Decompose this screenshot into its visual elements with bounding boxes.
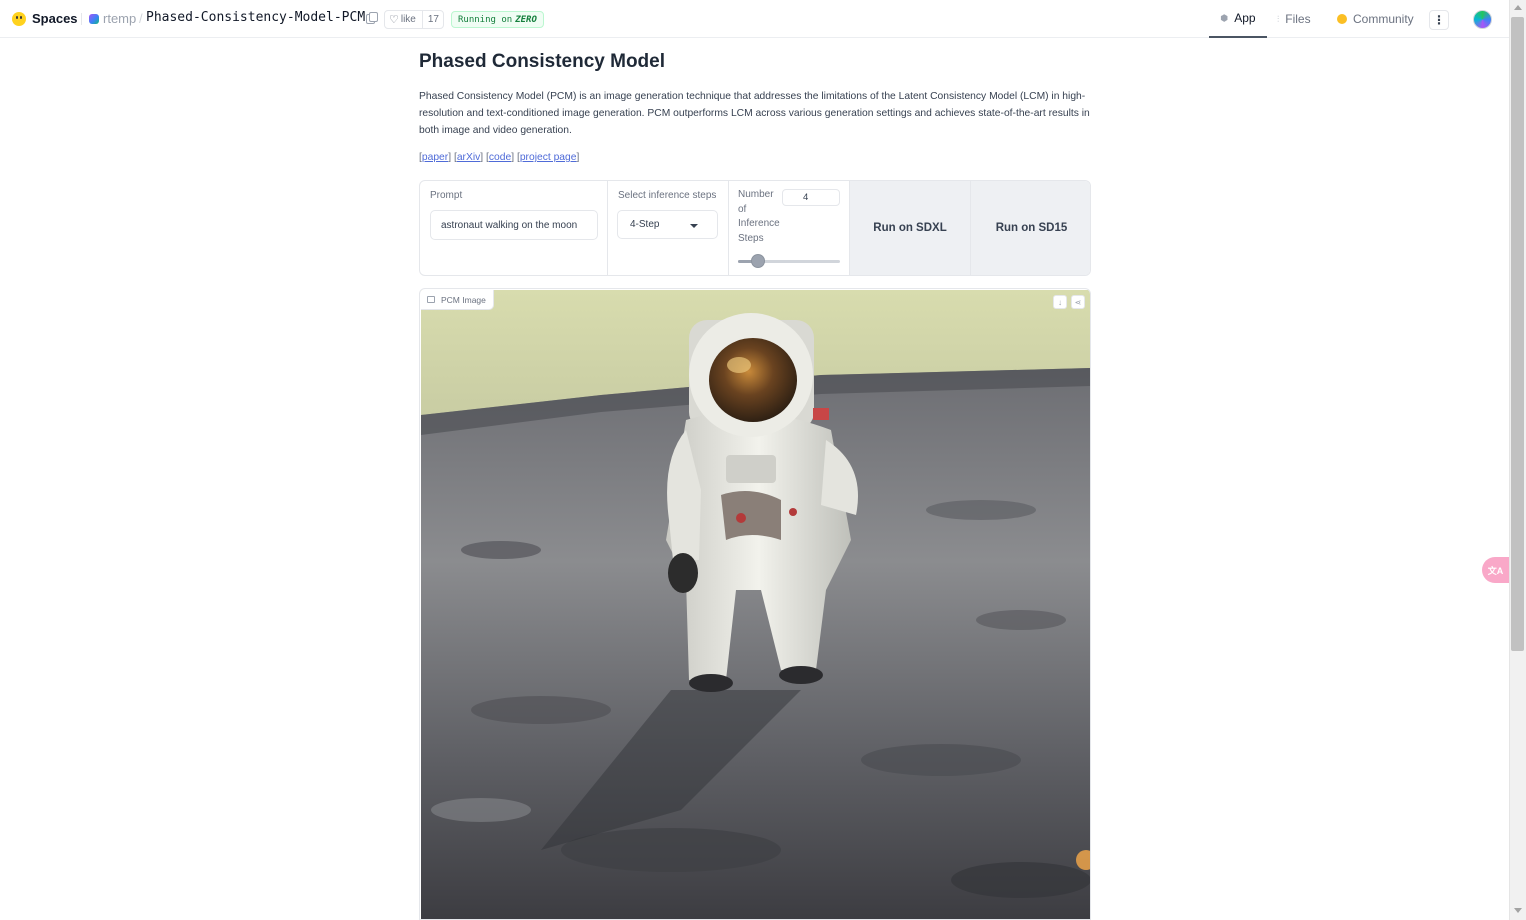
community-icon <box>1337 14 1347 24</box>
paper-link[interactable]: paper <box>422 152 448 163</box>
steps-select-label: Select inference steps <box>618 190 717 201</box>
download-icon[interactable]: ↓ <box>1053 295 1067 309</box>
status-prefix: Running on <box>458 14 513 25</box>
controls-panel: Prompt Select inference steps 4-Step Num… <box>419 180 1091 276</box>
chevron-down-icon <box>690 224 698 228</box>
like-count[interactable]: 17 <box>421 11 443 28</box>
copy-icon[interactable] <box>366 12 378 24</box>
top-navbar: Spaces rtemp / Phased-Consistency-Model-… <box>0 0 1509 38</box>
like-label: like <box>400 14 416 25</box>
description-text: Phased Consistency Model (PCM) is an ima… <box>419 91 1090 136</box>
app-cube-icon: ⬢ <box>1220 12 1229 23</box>
tab-app[interactable]: ⬢ App <box>1209 0 1267 38</box>
path-separator: / <box>139 11 143 26</box>
hugging-face-logo-icon[interactable] <box>12 12 26 26</box>
project-page-link[interactable]: project page <box>520 152 577 163</box>
tab-community-label: Community <box>1353 12 1414 26</box>
share-icon[interactable]: ⋖ <box>1071 295 1085 309</box>
generated-astronaut-image <box>421 290 1090 919</box>
image-label-tag: PCM Image <box>421 290 494 310</box>
output-image-panel: PCM Image ↓ ⋖ <box>419 288 1091 920</box>
prompt-block: Prompt <box>420 181 608 275</box>
image-icon <box>427 296 435 303</box>
heart-icon: ♡ <box>388 14 399 26</box>
spaces-link[interactable]: Spaces <box>32 11 78 26</box>
inference-steps-dropdown[interactable]: 4-Step <box>617 210 718 239</box>
tab-files-label: Files <box>1285 12 1311 26</box>
more-options-button[interactable]: ⋮ <box>1429 10 1449 30</box>
run-sdxl-button[interactable]: Run on SDXL <box>850 181 971 275</box>
scrollbar-thumb[interactable] <box>1511 17 1524 651</box>
user-avatar[interactable] <box>1473 10 1492 29</box>
status-badge[interactable]: Running on ZERO <box>451 11 544 28</box>
steps-slider-block: Number of Inference Steps 4 <box>729 181 850 275</box>
translate-icon[interactable]: 文A <box>1482 557 1509 583</box>
reference-links: [paper] [arXiv] [code] [project page] <box>419 152 580 163</box>
code-link[interactable]: code <box>489 152 511 163</box>
arxiv-link[interactable]: arXiv <box>457 152 480 163</box>
status-hardware: ZERO <box>515 14 537 25</box>
steps-select-block: Select inference steps 4-Step <box>608 181 729 275</box>
run-sd15-button[interactable]: Run on SD15 <box>971 181 1090 275</box>
dropdown-value: 4-Step <box>630 219 660 230</box>
slider-label: Number of Inference Steps <box>738 189 780 244</box>
scroll-down-arrow-icon[interactable] <box>1514 908 1522 913</box>
scroll-up-arrow-icon[interactable] <box>1514 5 1522 10</box>
steps-slider-thumb[interactable] <box>751 254 766 268</box>
tab-files[interactable]: ⫶ Files <box>1277 0 1311 38</box>
owner-avatar[interactable] <box>89 14 99 24</box>
owner-link[interactable]: rtemp <box>103 11 136 26</box>
page-title: Phased Consistency Model <box>419 51 666 72</box>
like-button[interactable]: ♡ like 17 <box>384 10 444 29</box>
tab-community[interactable]: Community <box>1337 0 1414 38</box>
prompt-input[interactable] <box>430 210 598 240</box>
repo-name-link[interactable]: Phased-Consistency-Model-PCM <box>146 10 365 25</box>
image-label: PCM Image <box>441 294 486 305</box>
prompt-label: Prompt <box>430 190 463 201</box>
files-icon: ⫶ <box>1277 13 1280 24</box>
header-divider <box>81 13 82 25</box>
tab-app-label: App <box>1234 11 1256 25</box>
steps-number-input[interactable]: 4 <box>782 189 840 206</box>
